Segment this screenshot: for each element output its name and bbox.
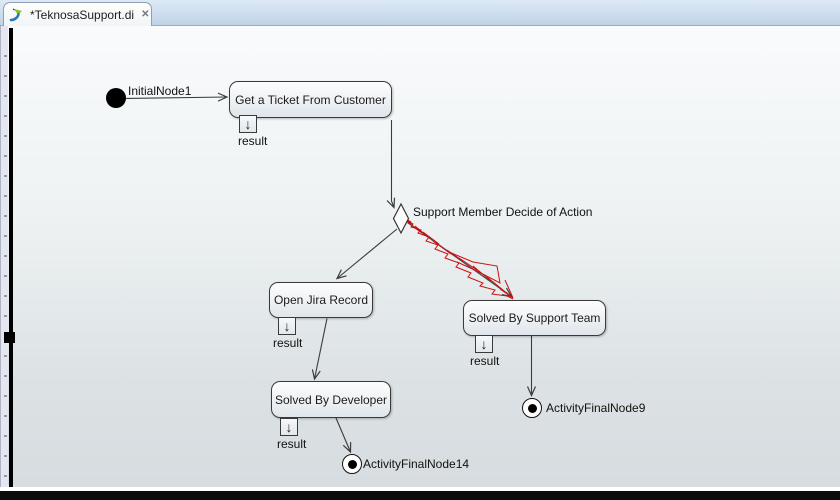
papyrus-editor-window: *TeknosaSupport.di ✕ InitialNode1 Get a …: [0, 0, 840, 500]
pin-arrow-icon: ↓: [283, 318, 291, 334]
action-node-get-ticket[interactable]: Get a Ticket From Customer: [229, 81, 392, 118]
output-pin-get-ticket[interactable]: ↓: [239, 115, 257, 133]
output-pin-solved-support[interactable]: ↓: [475, 335, 493, 353]
final-node-label: ActivityFinalNode14: [363, 457, 470, 471]
pin-label: result: [238, 134, 268, 148]
action-label: Solved By Developer: [274, 392, 388, 407]
activity-final-node-14[interactable]: [342, 454, 362, 474]
activity-final-node-9[interactable]: [522, 398, 542, 418]
initial-node-label: InitialNode1: [128, 84, 192, 98]
pin-label: result: [273, 336, 303, 350]
pin-arrow-icon: ↓: [480, 336, 488, 352]
action-node-solved-support[interactable]: Solved By Support Team: [463, 300, 606, 336]
bottom-black-bar: [0, 491, 840, 500]
papyrus-app-icon: [9, 7, 25, 23]
output-pin-open-jira[interactable]: ↓: [278, 317, 296, 335]
final-node-dot: [527, 403, 537, 413]
pin-arrow-icon: ↓: [244, 116, 252, 132]
decision-node[interactable]: [392, 202, 410, 235]
edge-decision-to-solved-support[interactable]: [407, 221, 513, 298]
final-node-dot: [347, 459, 357, 469]
tab-close-icon[interactable]: ✕: [141, 9, 149, 20]
action-node-solved-developer[interactable]: Solved By Developer: [271, 381, 391, 418]
action-node-open-jira[interactable]: Open Jira Record: [269, 282, 373, 318]
tab-title: *TeknosaSupport.di: [30, 7, 135, 22]
pin-arrow-icon: ↓: [285, 419, 293, 435]
edge-decision-to-open-jira[interactable]: [335, 228, 398, 280]
edge-solved-developer-to-final14[interactable]: [335, 417, 352, 454]
edge-open-jira-to-solved-developer[interactable]: [311, 318, 328, 381]
diagram-canvas[interactable]: InitialNode1 Get a Ticket From Customer …: [0, 26, 840, 487]
decision-node-label: Support Member Decide of Action: [413, 205, 593, 219]
action-label: Solved By Support Team: [468, 311, 601, 325]
action-label: Get a Ticket From Customer: [235, 92, 386, 107]
pin-label: result: [277, 437, 307, 451]
tab-teknosasupport[interactable]: *TeknosaSupport.di ✕: [3, 2, 152, 26]
initial-node[interactable]: [106, 88, 126, 108]
output-pin-solved-developer[interactable]: ↓: [280, 418, 298, 436]
pin-label: result: [470, 354, 500, 368]
action-label: Open Jira Record: [273, 293, 369, 307]
edge-get-ticket-to-decision[interactable]: [386, 120, 396, 209]
editor-tab-bar: *TeknosaSupport.di ✕: [0, 0, 840, 26]
final-node-label: ActivityFinalNode9: [546, 401, 646, 415]
edge-layer: [125, 92, 537, 454]
